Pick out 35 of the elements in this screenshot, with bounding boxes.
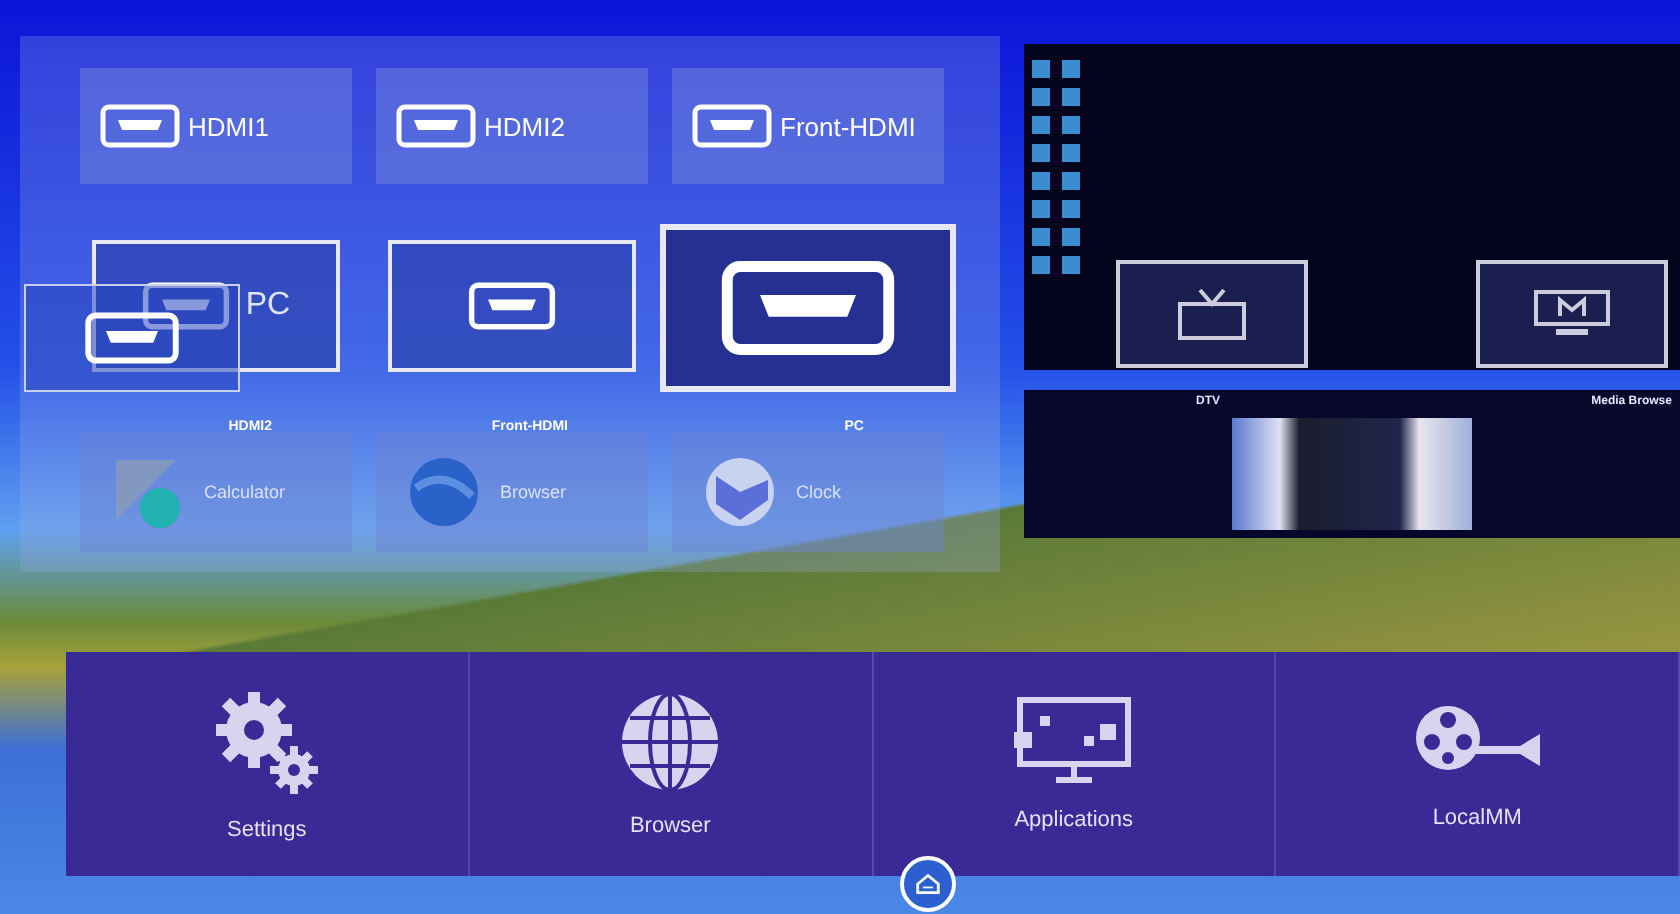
dock-label: Settings [227, 818, 307, 842]
hdmi-port-icon [468, 282, 556, 330]
input-source-tile[interactable]: HDMI1 [80, 68, 352, 184]
hdmi-port-icon [396, 104, 476, 148]
source-preview[interactable] [660, 224, 956, 392]
tv-icon [1176, 286, 1248, 342]
gears-icon [210, 686, 323, 798]
app-name: Browser [500, 482, 567, 502]
monitor-icon [1011, 696, 1136, 788]
dock-item[interactable]: Settings [66, 652, 470, 876]
hdmi-port-icon [100, 104, 180, 148]
source-label: Front-HDMI [780, 111, 916, 141]
input-source-tile[interactable] [24, 284, 240, 392]
hdmi-port-icon [692, 104, 772, 148]
source-label: HDMI1 [188, 111, 269, 141]
dock-label: Applications [1014, 808, 1134, 832]
home-icon [916, 872, 940, 896]
hdmi-port-icon [141, 282, 230, 330]
dock-item[interactable]: LocalMM [1276, 652, 1680, 876]
cube-icon [700, 452, 780, 532]
app-name: Calculator [204, 482, 286, 502]
app-name: Clock [796, 482, 842, 502]
source-preview[interactable]: PC [92, 240, 340, 372]
source-preview[interactable] [388, 240, 636, 372]
source-label: HDMI2 [484, 111, 565, 141]
input-source-tile[interactable]: HDMI2 [376, 68, 648, 184]
hdmi-port-icon [84, 312, 180, 364]
dock-label: Browser [629, 814, 711, 838]
input-source-tile[interactable]: Front-HDMI [672, 68, 944, 184]
source-label: PC [245, 288, 291, 324]
desktop-preview[interactable] [1024, 44, 1680, 370]
monitor-icon [1532, 288, 1612, 340]
home-button[interactable] [900, 856, 956, 912]
dock-item[interactable]: Browser [469, 652, 873, 876]
dock-label: LocalMM [1432, 806, 1522, 830]
